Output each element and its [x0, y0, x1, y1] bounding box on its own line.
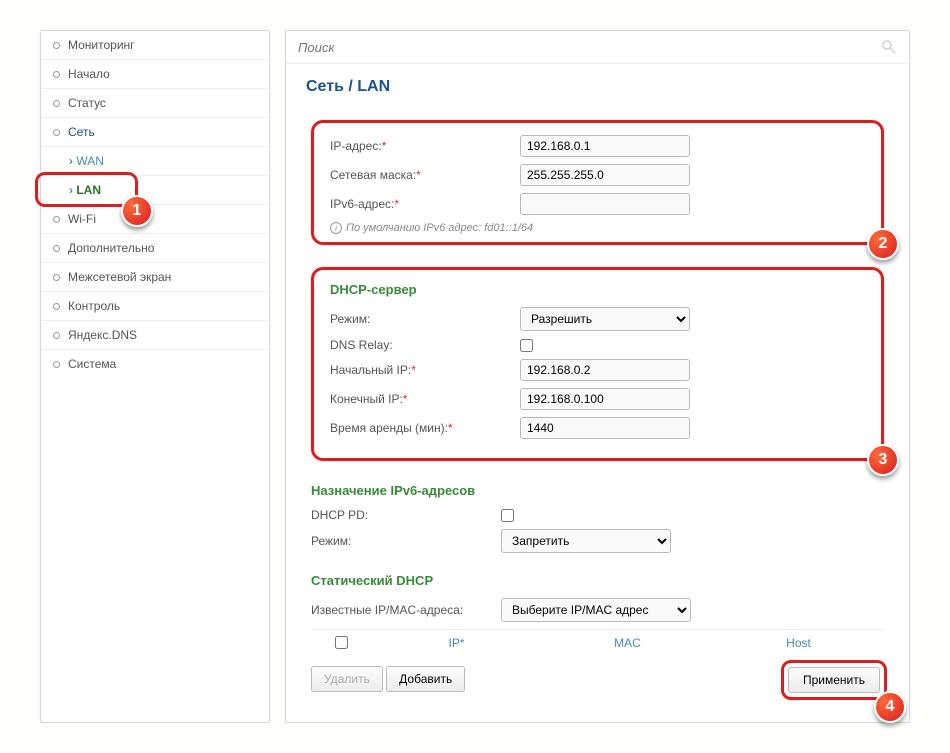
dhcp-pd-label: DHCP PD:	[311, 508, 501, 522]
static-table-header: IP* MAC Host	[311, 629, 884, 658]
ipv6-assign-section: Назначение IPv6-адресов DHCP PD: Режим: …	[311, 483, 884, 553]
step-marker-2: 2	[867, 228, 899, 260]
lease-input[interactable]	[520, 417, 690, 439]
dns-relay-label: DNS Relay:	[330, 338, 520, 352]
sidebar-item-статус[interactable]: Статус	[41, 89, 269, 118]
dhcp-title: DHCP-сервер	[330, 282, 865, 297]
step-marker-4: 4	[874, 691, 906, 723]
step-marker-1: 1	[121, 195, 153, 227]
main-panel: Сеть / LAN IP-адрес:* Сетевая маска:* IP…	[285, 30, 910, 723]
add-button[interactable]: Добавить	[386, 666, 465, 692]
mask-label: Сетевая маска:*	[330, 168, 520, 182]
known-addr-select[interactable]: Выберите IP/MAC адрес	[501, 598, 691, 622]
search-bar	[286, 31, 909, 64]
info-icon: i	[330, 222, 342, 234]
sidebar-item-wi-fi[interactable]: Wi-Fi	[41, 205, 269, 234]
search-icon[interactable]	[881, 39, 897, 55]
sidebar-item-яндекс-dns[interactable]: Яндекс.DNS	[41, 321, 269, 350]
ipv6-input[interactable]	[520, 193, 690, 215]
search-input[interactable]	[298, 40, 881, 55]
ipv6-assign-title: Назначение IPv6-адресов	[311, 483, 884, 498]
apply-button[interactable]: Применить	[788, 667, 880, 693]
step-marker-3: 3	[867, 444, 899, 476]
col-ip: IP*	[371, 636, 542, 652]
breadcrumb: Сеть / LAN	[286, 64, 909, 110]
sidebar-item-мониторинг[interactable]: Мониторинг	[41, 31, 269, 60]
dhcp-mode-select[interactable]: Разрешить	[520, 307, 690, 331]
ipv6-mode-label: Режим:	[311, 534, 501, 548]
ipv6-hint: i По умолчанию IPv6 адрес: fd01::1/64	[330, 222, 865, 234]
ip-address-input[interactable]	[520, 135, 690, 157]
lease-label: Время аренды (мин):*	[330, 421, 520, 435]
ipv6-mode-select[interactable]: Запретить	[501, 529, 671, 553]
sidebar-item-дополнительно[interactable]: Дополнительно	[41, 234, 269, 263]
known-addr-label: Известные IP/MAC-адреса:	[311, 603, 501, 617]
sidebar-item-система[interactable]: Система	[41, 350, 269, 378]
sidebar-item-начало[interactable]: Начало	[41, 60, 269, 89]
col-mac: MAC	[542, 636, 713, 652]
dhcp-mode-label: Режим:	[330, 312, 520, 326]
sidebar-item-контроль[interactable]: Контроль	[41, 292, 269, 321]
ip-label: IP-адрес:*	[330, 139, 520, 153]
dns-relay-checkbox[interactable]	[520, 339, 533, 352]
start-ip-label: Начальный IP:*	[330, 363, 520, 377]
end-ip-label: Конечный IP:*	[330, 392, 520, 406]
lan-address-section: IP-адрес:* Сетевая маска:* IPv6-адрес:* …	[311, 120, 884, 245]
sidebar-item-lan[interactable]: LAN	[41, 176, 269, 205]
netmask-input[interactable]	[520, 164, 690, 186]
start-ip-input[interactable]	[520, 359, 690, 381]
apply-box: Применить 4	[781, 660, 887, 700]
select-all-checkbox[interactable]	[335, 636, 348, 649]
ipv6-label: IPv6-адрес:*	[330, 197, 520, 211]
sidebar: МониторингНачалоСтатусСетьWANLANWi-FiДоп…	[40, 30, 270, 723]
end-ip-input[interactable]	[520, 388, 690, 410]
dhcp-server-section: DHCP-сервер Режим: Разрешить DNS Relay: …	[311, 267, 884, 461]
delete-button[interactable]: Удалить	[311, 666, 383, 692]
sidebar-item-сеть[interactable]: Сеть	[41, 118, 269, 147]
sidebar-item-межсетевой-экран[interactable]: Межсетевой экран	[41, 263, 269, 292]
col-host: Host	[713, 636, 884, 652]
dhcp-pd-checkbox[interactable]	[501, 509, 514, 522]
static-dhcp-title: Статический DHCP	[311, 573, 884, 588]
sidebar-item-wan[interactable]: WAN	[41, 147, 269, 176]
